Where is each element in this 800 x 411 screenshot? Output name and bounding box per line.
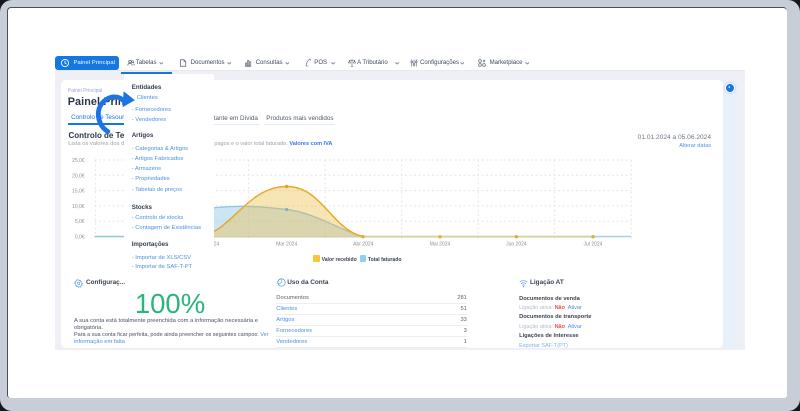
svg-text:Mai 2024: Mai 2024 bbox=[430, 241, 451, 247]
svg-text:25,0€: 25,0€ bbox=[72, 158, 85, 164]
svg-text:5,0€: 5,0€ bbox=[75, 219, 85, 225]
svg-text:24: 24 bbox=[214, 241, 220, 247]
svg-text:0,0€: 0,0€ bbox=[75, 235, 85, 241]
svg-text:Jul 2024: Jul 2024 bbox=[584, 241, 603, 247]
svg-text:Jun 2024: Jun 2024 bbox=[506, 241, 527, 247]
svg-text:Mar 2024: Mar 2024 bbox=[276, 241, 297, 247]
svg-text:Abr 2024: Abr 2024 bbox=[353, 241, 374, 247]
svg-text:20,0€: 20,0€ bbox=[72, 173, 85, 179]
svg-text:15,0€: 15,0€ bbox=[72, 189, 85, 195]
svg-text:10,0€: 10,0€ bbox=[72, 204, 85, 210]
